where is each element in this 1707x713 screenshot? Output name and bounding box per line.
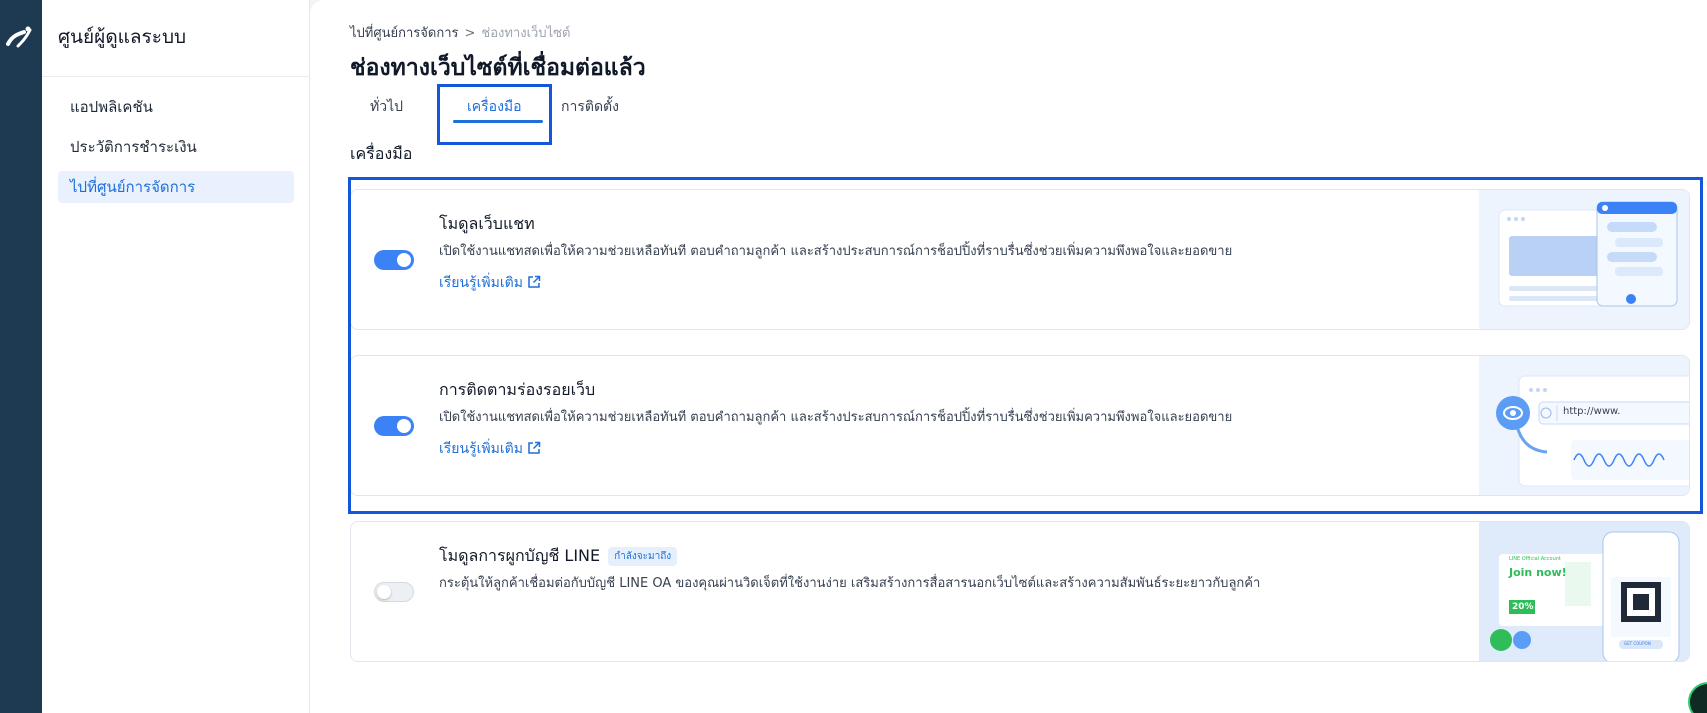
app-rail	[0, 0, 42, 713]
sidebar: ศูนย์ผู้ดูแลระบบ แอปพลิเคชัน ประวัติการช…	[42, 0, 310, 713]
section-title: เครื่องมือ	[350, 144, 413, 163]
learn-more-link[interactable]: เรียนรู้เพิ่มเติม	[439, 272, 541, 294]
sidebar-divider	[42, 76, 309, 77]
card-title-text: โมดูลการผูกบัญชี LINE	[439, 546, 601, 565]
browser-illustration-icon	[1496, 375, 1689, 487]
toggle-knob	[377, 585, 391, 599]
web-tracking-illustration: http://www.	[1479, 356, 1689, 495]
breadcrumb-parent-link[interactable]: ไปที่ศูนย์การจัดการ	[350, 26, 458, 41]
toggle-knob	[397, 419, 411, 433]
sidebar-item-management-center[interactable]: ไปที่ศูนย์การจัดการ	[58, 171, 294, 203]
chat-window-illustration-icon	[1498, 201, 1678, 307]
get-coupon-label: GET COUPON	[1624, 641, 1651, 646]
breadcrumb: ไปที่ศูนย์การจัดการ > ช่องทางเว็บไซต์	[350, 22, 570, 43]
tab-bar: ทั่วไป เครื่องมือ การติดตั้ง	[350, 84, 750, 134]
web-tracking-toggle[interactable]	[374, 416, 414, 436]
external-link-icon	[528, 275, 541, 288]
join-now-label: Join now!	[1509, 566, 1567, 579]
sidebar-item-payment-history[interactable]: ประวัติการชำระเงิน	[58, 131, 294, 163]
tab-general[interactable]: ทั่วไป	[370, 96, 403, 118]
tab-tools[interactable]: เครื่องมือ	[467, 96, 522, 118]
coming-soon-badge: กำลังจะมาถึง	[608, 547, 678, 566]
sidebar-item-applications[interactable]: แอปพลิเคชัน	[58, 91, 294, 123]
tab-installation[interactable]: การติดตั้ง	[561, 96, 619, 118]
card-title: โมดูลเว็บแชท	[439, 214, 535, 233]
learn-more-label: เรียนรู้เพิ่มเติม	[439, 441, 523, 457]
card-line-linking: โมดูลการผูกบัญชี LINE กำลังจะมาถึง กระตุ้…	[350, 521, 1690, 662]
webchat-illustration	[1479, 190, 1689, 329]
webchat-toggle[interactable]	[374, 250, 414, 270]
discount-label: 20%	[1512, 602, 1534, 612]
page-title: ช่องทางเว็บไซต์ที่เชื่อมต่อแล้ว	[350, 55, 646, 81]
sidebar-title: ศูนย์ผู้ดูแลระบบ	[58, 26, 187, 48]
line-oa-label: LINE Official Account	[1509, 556, 1561, 562]
card-webchat-module: โมดูลเว็บแชท เปิดใช้งานแชทสดเพื่อให้ความ…	[350, 189, 1690, 330]
url-bar-text: http://www.	[1563, 406, 1621, 417]
external-link-icon	[528, 441, 541, 454]
card-description: เปิดใช้งานแชทสดเพื่อให้ความช่วยเหลือทันท…	[439, 410, 1233, 425]
tab-active-underline	[453, 120, 543, 123]
main-content: ไปที่ศูนย์การจัดการ > ช่องทางเว็บไซต์ ช่อง…	[310, 0, 1707, 713]
card-title: การติดตามร่องรอยเว็บ	[439, 380, 596, 399]
line-illustration: LINE Official Account Join now! 20% GET …	[1479, 522, 1689, 661]
line-linking-toggle[interactable]	[374, 582, 414, 602]
breadcrumb-current: ช่องทางเว็บไซต์	[481, 26, 571, 41]
line-promo-illustration-icon	[1479, 522, 1689, 661]
toggle-knob	[397, 253, 411, 267]
learn-more-label: เรียนรู้เพิ่มเติม	[439, 275, 523, 291]
learn-more-link[interactable]: เรียนรู้เพิ่มเติม	[439, 438, 541, 460]
card-web-tracking: การติดตามร่องรอยเว็บ เปิดใช้งานแชทสดเพื่…	[350, 355, 1690, 496]
card-description: เปิดใช้งานแชทสดเพื่อให้ความช่วยเหลือทันท…	[439, 244, 1233, 259]
card-description: กระตุ้นให้ลูกค้าเชื่อมต่อกับบัญชี LINE O…	[439, 576, 1261, 591]
card-title: โมดูลการผูกบัญชี LINE กำลังจะมาถึง	[439, 544, 678, 569]
app-logo-icon[interactable]	[4, 24, 34, 50]
breadcrumb-separator: >	[464, 26, 476, 41]
